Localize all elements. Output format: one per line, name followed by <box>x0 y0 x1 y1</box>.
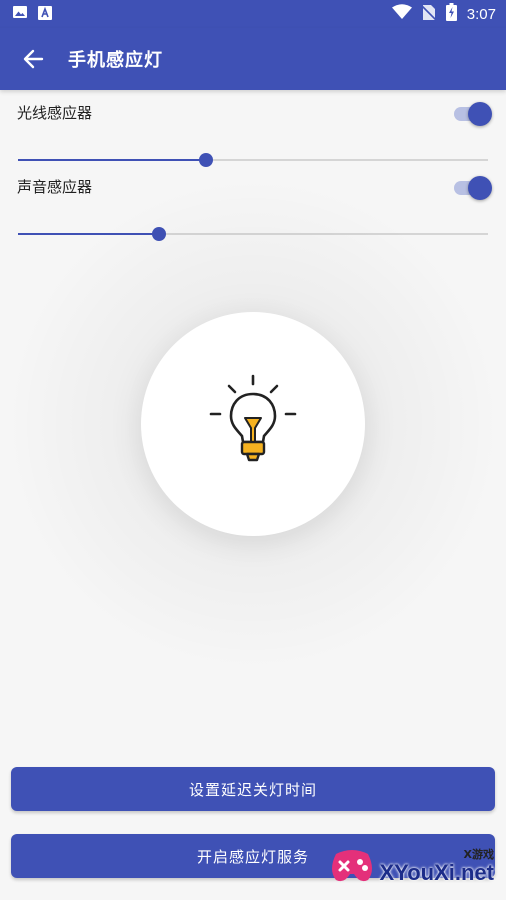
page-title: 手机感应灯 <box>68 50 163 71</box>
back-arrow-icon <box>23 49 44 69</box>
status-left <box>12 4 52 24</box>
slider-thumb[interactable] <box>199 153 213 167</box>
app-bar: 手机感应灯 <box>0 28 506 90</box>
status-right: 3:07 <box>391 3 496 25</box>
light-sensor-row: 光线感应器 <box>0 92 506 132</box>
image-icon <box>12 4 28 24</box>
sound-sensor-label: 声音感应器 <box>17 178 93 196</box>
light-bulb-icon <box>209 374 297 462</box>
sound-sensor-toggle[interactable] <box>452 175 492 200</box>
no-sim-icon <box>421 4 437 25</box>
set-delay-button[interactable]: 设置延迟关灯时间 <box>11 767 495 811</box>
light-sensor-toggle-thumb <box>468 102 492 126</box>
watermark-text: XYouXi.net <box>379 860 495 885</box>
watermark: X游戏 XYouXi.net <box>328 838 498 894</box>
battery-charging-icon <box>445 3 457 25</box>
slider-fill <box>18 159 206 161</box>
sound-sensor-toggle-thumb <box>468 176 492 200</box>
back-button[interactable] <box>18 44 48 74</box>
gamepad-logo-icon <box>332 850 372 882</box>
light-sensor-toggle[interactable] <box>452 101 492 126</box>
font-icon <box>38 5 52 24</box>
status-bar: 3:07 <box>0 0 506 28</box>
status-time: 3:07 <box>466 5 496 23</box>
wifi-icon <box>391 4 412 24</box>
light-toggle-button[interactable] <box>141 312 365 536</box>
light-sensor-label: 光线感应器 <box>17 104 93 122</box>
